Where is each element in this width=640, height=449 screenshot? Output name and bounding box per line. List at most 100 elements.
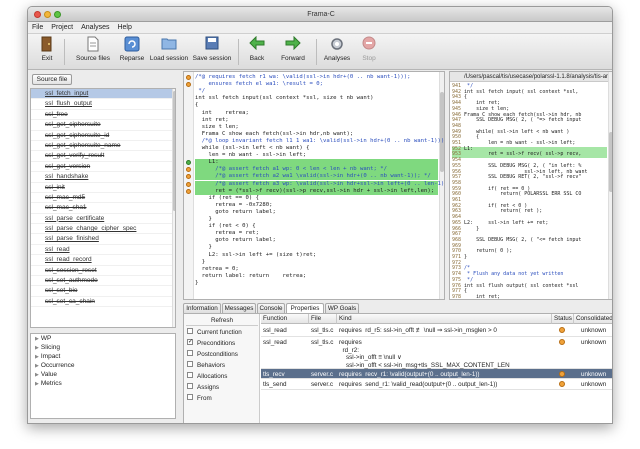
exit-button[interactable]: Exit (34, 36, 60, 68)
function-item[interactable]: ssl_handshake (31, 172, 175, 183)
code-line[interactable]: } (195, 259, 438, 266)
menu-analyses[interactable]: Analyses (77, 22, 113, 34)
function-item[interactable]: ssl_parse_finished (31, 234, 175, 245)
source-code-view[interactable]: /Users/pascal/tis/usecase/polarssl-1.1.8… (449, 71, 612, 300)
refresh-button[interactable]: Refresh (186, 316, 258, 326)
status-dot-icon[interactable] (186, 75, 191, 80)
code-line[interactable]: { (195, 102, 438, 109)
code-line[interactable]: goto return label; (195, 209, 438, 216)
col-file[interactable]: File (309, 314, 337, 324)
table-row[interactable]: tls_send server.c requires send_r1: \valid… (261, 379, 612, 390)
source-line[interactable]: 978 int ret; (452, 294, 607, 299)
expand-triangle-icon[interactable]: ▶ (35, 372, 39, 378)
load-session-button[interactable]: Load session (149, 36, 189, 68)
reparse-button[interactable]: Reparse (116, 36, 148, 68)
function-item[interactable]: ssl_flush_output (31, 99, 175, 110)
code-line[interactable]: */ (195, 88, 438, 95)
code-line[interactable]: size t len; (195, 124, 438, 131)
filter-checkbox[interactable]: Behaviors (187, 361, 225, 372)
code-line[interactable]: int retrea; (195, 110, 438, 117)
code-line[interactable]: int ret; (195, 117, 438, 124)
checkbox-icon[interactable] (187, 350, 193, 357)
maximize-window-icon[interactable] (54, 11, 61, 18)
menu-help[interactable]: Help (113, 22, 135, 34)
back-button[interactable]: Back (244, 35, 270, 68)
filter-checkbox[interactable]: From (187, 394, 212, 405)
analyses-button[interactable]: Analyses (322, 36, 352, 68)
code-line[interactable]: ret = (*ssl->f recv)(ssl->p recv,ssl->in… (195, 187, 438, 195)
filter-checkbox[interactable]: Postconditions (187, 350, 238, 361)
code-line[interactable]: L2: ssl->in left += (size t)ret; (195, 252, 438, 259)
forward-button[interactable]: Forward (278, 35, 308, 68)
source-file-button[interactable]: Source file (32, 74, 72, 85)
function-item[interactable]: ssl_set_bio (31, 286, 175, 297)
plugin-item[interactable]: ▶ Slicing (31, 343, 175, 352)
function-item[interactable]: ssl_init (31, 183, 175, 193)
function-item[interactable]: ssl_get_version (31, 162, 175, 173)
status-dot-icon[interactable] (186, 188, 191, 194)
function-item[interactable]: ssl_fetch_input (31, 89, 175, 100)
source-code-scrollbar[interactable] (608, 72, 612, 299)
tab-wp-goals[interactable]: WP Goals (325, 303, 359, 313)
checkbox-icon[interactable]: ✓ (187, 339, 193, 346)
function-item[interactable]: ssl_get_ciphersuite_name (31, 141, 175, 152)
function-list-scrollbar[interactable] (172, 89, 175, 327)
plugin-item[interactable]: ▶ Occurrence (31, 361, 175, 370)
code-line[interactable]: len = nb want - ssl->in left; (195, 152, 438, 159)
function-item[interactable]: ssl_parse_change_cipher_spec (31, 224, 175, 235)
expand-triangle-icon[interactable]: ▶ (35, 336, 39, 342)
function-item[interactable]: ssl_mac_md5 (31, 193, 175, 204)
save-session-button[interactable]: Save session (192, 36, 232, 68)
checkbox-icon[interactable] (187, 372, 193, 379)
expand-triangle-icon[interactable]: ▶ (35, 381, 39, 387)
table-row[interactable]: ssl_read ssl_tls.c requires rd_r2: ssl->in… (261, 337, 612, 369)
status-dot-icon[interactable] (186, 181, 191, 187)
code-line[interactable]: /*@ assert fetch a3 wp: \valid(ssl->in h… (195, 180, 444, 188)
function-item[interactable]: ssl_session_reset (31, 266, 175, 277)
function-item[interactable]: ssl_parse_certificate (31, 214, 175, 225)
code-line[interactable]: if (ret == 0) { (195, 195, 438, 202)
function-item[interactable]: ssl_read_record (31, 255, 175, 266)
code-line[interactable]: int ssl fetch input(ssl context *ssl, si… (195, 95, 438, 102)
tab-messages[interactable]: Messages (222, 303, 256, 313)
code-line[interactable]: return label: return retrea; (195, 273, 438, 280)
plugin-item[interactable]: ▶ WP (31, 334, 175, 343)
expand-triangle-icon[interactable]: ▶ (35, 345, 39, 351)
source-files-button[interactable]: Source files (72, 36, 114, 68)
filter-checkbox[interactable]: ✓ Preconditions (187, 339, 235, 350)
tab-information[interactable]: Information (183, 303, 221, 313)
code-line[interactable]: while (ssl->in left < nb want) { (195, 145, 438, 152)
plugin-item[interactable]: ▶ Value (31, 370, 175, 379)
checkbox-icon[interactable] (187, 328, 193, 335)
code-line[interactable]: L1: (195, 159, 438, 167)
checkbox-icon[interactable] (187, 361, 193, 368)
tab-properties[interactable]: Properties (286, 303, 324, 313)
checkbox-icon[interactable] (187, 394, 193, 401)
function-item[interactable]: ssl_free (31, 110, 175, 121)
col-consolidated-status[interactable]: Consolidated Status (574, 314, 612, 324)
col-function[interactable]: Function (261, 314, 309, 324)
menu-file[interactable]: File (28, 22, 47, 34)
filter-checkbox[interactable]: Current function (187, 328, 242, 339)
code-line[interactable]: /*@ assert fetch a1 wp: 0 < len < len + … (195, 166, 438, 174)
code-line[interactable]: /*@ loop invariant fetch l1 1 wa1: \vali… (195, 138, 444, 145)
code-line[interactable]: ensures fetch el wa1: \result = 0; (195, 81, 438, 88)
code-line[interactable]: /*@ requires fetch r1 wa: \valid(ssl->in… (195, 74, 438, 81)
col-status[interactable]: Status (552, 314, 574, 324)
filter-checkbox[interactable]: Assigns (187, 383, 219, 394)
function-item[interactable]: ssl_set_ca_chain (31, 297, 175, 308)
code-line[interactable]: retrea = -0x7280; (195, 202, 438, 209)
function-item[interactable]: ssl_get_ciphersuite_id (31, 131, 175, 141)
col-kind[interactable]: Kind (337, 314, 552, 324)
function-item[interactable]: ssl_get_ciphersuite (31, 120, 175, 131)
code-line[interactable]: /*@ assert fetch a2 wa1 \valid(ssl->in h… (195, 173, 438, 181)
code-line[interactable]: } (195, 216, 438, 223)
function-item[interactable]: ssl_get_verify_result (31, 151, 175, 162)
close-window-icon[interactable] (34, 11, 41, 18)
code-line[interactable]: if (ret < 0) { (195, 223, 438, 230)
expand-triangle-icon[interactable]: ▶ (35, 363, 39, 369)
stop-button[interactable]: Stop (358, 36, 380, 68)
checkbox-icon[interactable] (187, 383, 193, 390)
function-item[interactable]: ssl_set_authmode (31, 276, 175, 287)
menu-project[interactable]: Project (47, 22, 77, 34)
